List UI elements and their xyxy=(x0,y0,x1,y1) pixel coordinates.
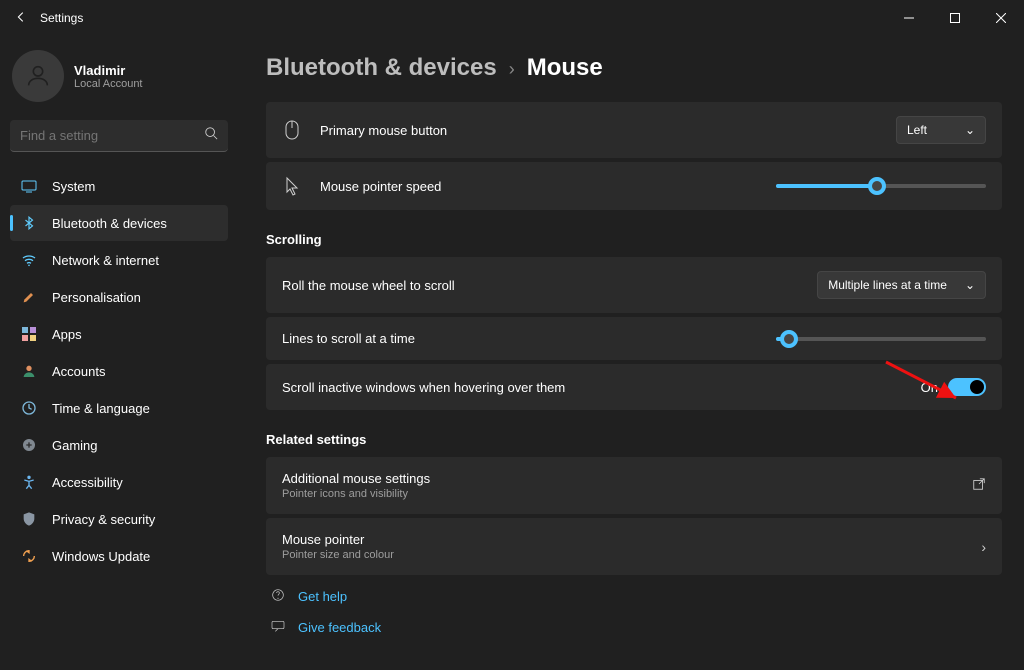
dropdown-value: Left xyxy=(907,123,927,137)
shield-icon xyxy=(20,510,38,528)
sidebar-item-apps[interactable]: Apps xyxy=(10,316,228,352)
apps-icon xyxy=(20,325,38,343)
search-icon xyxy=(204,126,218,145)
gaming-icon xyxy=(20,436,38,454)
sidebar-item-label: Personalisation xyxy=(52,290,141,305)
chevron-down-icon: ⌄ xyxy=(965,278,975,292)
setting-label: Lines to scroll at a time xyxy=(282,331,776,346)
get-help-link[interactable]: Get help xyxy=(298,589,347,604)
roll-wheel-dropdown[interactable]: Multiple lines at a time ⌄ xyxy=(817,271,986,299)
pointer-speed-slider[interactable] xyxy=(776,184,986,188)
sidebar-item-label: Accounts xyxy=(52,364,105,379)
sidebar-item-label: System xyxy=(52,179,95,194)
search-box[interactable] xyxy=(10,120,228,152)
scroll-inactive-toggle[interactable] xyxy=(948,378,986,396)
section-scrolling-title: Scrolling xyxy=(266,232,1002,247)
help-icon xyxy=(270,587,286,606)
setting-roll-wheel: Roll the mouse wheel to scroll Multiple … xyxy=(266,257,1002,313)
setting-label: Roll the mouse wheel to scroll xyxy=(282,278,817,293)
sidebar-item-label: Privacy & security xyxy=(52,512,155,527)
setting-scroll-inactive-windows: Scroll inactive windows when hovering ov… xyxy=(266,364,1002,410)
toggle-state-label: On xyxy=(921,380,938,395)
close-button[interactable] xyxy=(978,0,1024,36)
cursor-icon xyxy=(282,176,302,196)
sidebar-item-label: Bluetooth & devices xyxy=(52,216,167,231)
sidebar-nav: System Bluetooth & devices Network & int… xyxy=(10,168,228,574)
sidebar-item-network[interactable]: Network & internet xyxy=(10,242,228,278)
setting-label: Mouse pointer speed xyxy=(320,179,776,194)
minimize-button[interactable] xyxy=(886,0,932,36)
setting-label: Primary mouse button xyxy=(320,123,896,138)
sidebar-item-accounts[interactable]: Accounts xyxy=(10,353,228,389)
wifi-icon xyxy=(20,251,38,269)
get-help-row: Get help xyxy=(266,579,1002,610)
give-feedback-row: Give feedback xyxy=(266,610,1002,641)
setting-additional-mouse-settings[interactable]: Additional mouse settings Pointer icons … xyxy=(266,457,1002,514)
user-name: Vladimir xyxy=(74,63,143,78)
chevron-right-icon: › xyxy=(509,59,515,80)
setting-primary-mouse-button: Primary mouse button Left ⌄ xyxy=(266,102,1002,158)
sidebar-item-bluetooth-devices[interactable]: Bluetooth & devices xyxy=(10,205,228,241)
breadcrumb: Bluetooth & devices › Mouse xyxy=(266,54,1002,82)
primary-button-dropdown[interactable]: Left ⌄ xyxy=(896,116,986,144)
lines-scroll-slider[interactable] xyxy=(776,337,986,341)
maximize-button[interactable] xyxy=(932,0,978,36)
window-controls xyxy=(886,0,1024,36)
chevron-right-icon: › xyxy=(981,539,986,555)
sidebar-item-system[interactable]: System xyxy=(10,168,228,204)
back-button[interactable] xyxy=(14,10,28,27)
title-bar: Settings xyxy=(0,0,1024,36)
breadcrumb-parent[interactable]: Bluetooth & devices xyxy=(266,54,497,82)
window-title: Settings xyxy=(40,11,83,25)
person-icon xyxy=(20,362,38,380)
open-external-icon xyxy=(972,477,986,494)
sidebar-item-personalisation[interactable]: Personalisation xyxy=(10,279,228,315)
sidebar-item-label: Apps xyxy=(52,327,82,342)
sidebar-item-label: Windows Update xyxy=(52,549,150,564)
setting-pointer-speed: Mouse pointer speed xyxy=(266,162,1002,210)
section-related-title: Related settings xyxy=(266,432,1002,447)
sidebar-item-accessibility[interactable]: Accessibility xyxy=(10,464,228,500)
sidebar-item-privacy[interactable]: Privacy & security xyxy=(10,501,228,537)
setting-label: Additional mouse settings xyxy=(282,471,962,486)
setting-mouse-pointer[interactable]: Mouse pointer Pointer size and colour › xyxy=(266,518,1002,575)
setting-lines-to-scroll: Lines to scroll at a time xyxy=(266,317,1002,360)
page-title: Mouse xyxy=(527,54,603,82)
mouse-icon xyxy=(282,120,302,140)
globe-clock-icon xyxy=(20,399,38,417)
brush-icon xyxy=(20,288,38,306)
search-input[interactable] xyxy=(20,128,204,143)
sidebar-item-windows-update[interactable]: Windows Update xyxy=(10,538,228,574)
sidebar: Vladimir Local Account System Bluetooth … xyxy=(0,36,238,670)
sidebar-item-time-language[interactable]: Time & language xyxy=(10,390,228,426)
sidebar-item-label: Time & language xyxy=(52,401,150,416)
update-icon xyxy=(20,547,38,565)
user-profile[interactable]: Vladimir Local Account xyxy=(12,50,226,102)
setting-sublabel: Pointer icons and visibility xyxy=(282,488,962,500)
sidebar-item-gaming[interactable]: Gaming xyxy=(10,427,228,463)
feedback-icon xyxy=(270,618,286,637)
sidebar-item-label: Gaming xyxy=(52,438,98,453)
setting-label: Mouse pointer xyxy=(282,532,971,547)
bluetooth-icon xyxy=(20,214,38,232)
sidebar-item-label: Network & internet xyxy=(52,253,159,268)
content-area: Bluetooth & devices › Mouse Primary mous… xyxy=(238,36,1024,670)
sidebar-item-label: Accessibility xyxy=(52,475,123,490)
accessibility-icon xyxy=(20,473,38,491)
user-type: Local Account xyxy=(74,78,143,90)
setting-label: Scroll inactive windows when hovering ov… xyxy=(282,380,921,395)
setting-sublabel: Pointer size and colour xyxy=(282,549,971,561)
avatar xyxy=(12,50,64,102)
system-icon xyxy=(20,177,38,195)
chevron-down-icon: ⌄ xyxy=(965,123,975,137)
dropdown-value: Multiple lines at a time xyxy=(828,278,947,292)
give-feedback-link[interactable]: Give feedback xyxy=(298,620,381,635)
